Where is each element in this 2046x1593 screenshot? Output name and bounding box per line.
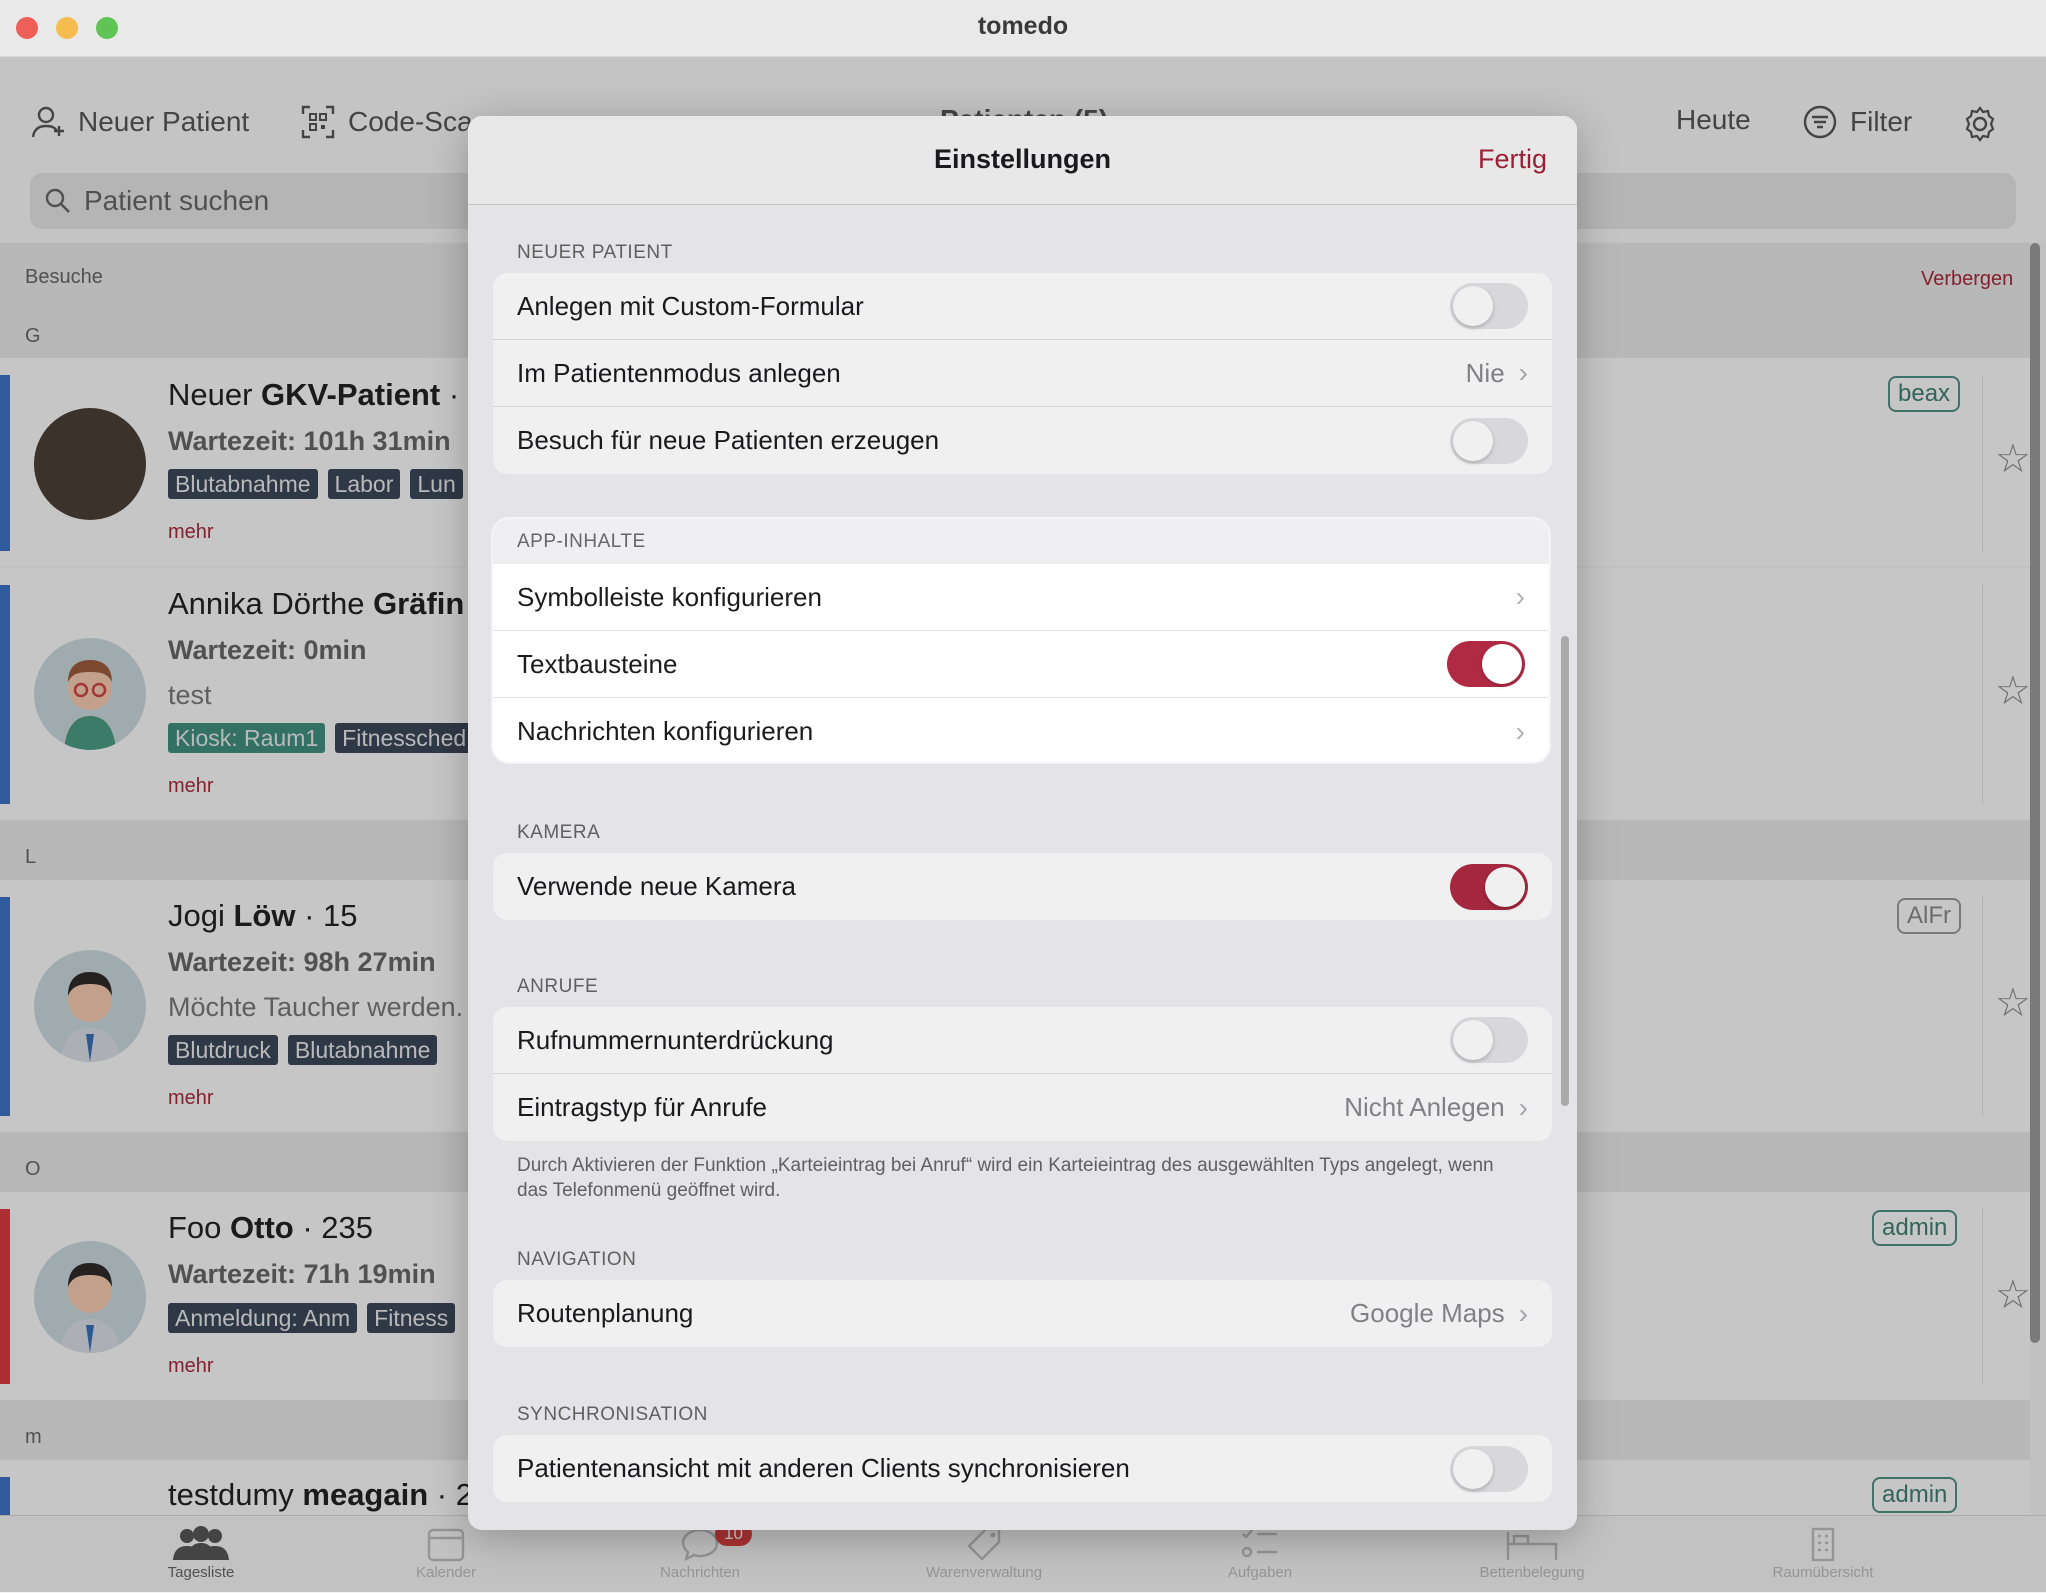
modal-dim [468,116,1577,1530]
text-blocks-toggle[interactable] [1447,641,1525,687]
messages-config-row[interactable]: Nachrichten konfigurieren › [493,698,1549,762]
text-blocks-row: Textbausteine [493,631,1549,698]
settings-modal: Einstellungen Fertig NEUER PATIENT Anleg… [468,116,1577,1530]
group-header-app-content: APP-INHALTE [493,519,1549,564]
window-title: tomedo [977,12,1069,40]
modal-scrollbar[interactable] [1561,636,1569,1106]
row-label: Textbausteine [517,648,678,679]
row-label: Nachrichten konfigurieren [517,716,814,746]
row-label: Symbolleiste konfigurieren [517,581,822,612]
group-app-content: APP-INHALTE Symbolleiste konfigurieren ›… [493,519,1549,762]
toolbar-config-row[interactable]: Symbolleiste konfigurieren › [493,564,1549,631]
chevron-right-icon: › [1515,581,1525,612]
title-bar: tomedo [0,0,2046,57]
chevron-right-icon: › [1515,715,1525,747]
